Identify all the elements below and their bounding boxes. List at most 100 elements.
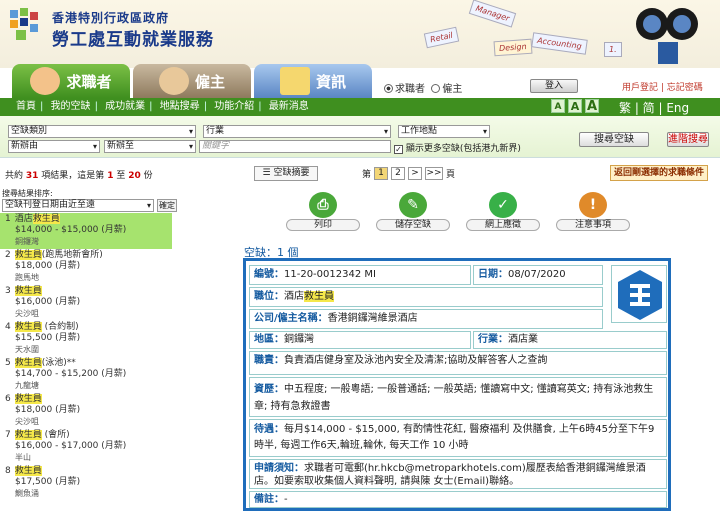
print-icon: ⎙: [309, 192, 337, 218]
list-item-title-suffix: (會所): [41, 430, 70, 440]
check-icon: ✓: [489, 192, 517, 218]
next-page-button[interactable]: >: [408, 167, 423, 180]
list-item[interactable]: 2 救生員(跑馬地新會所) $18,000 (月薪) 跑馬地: [0, 249, 172, 285]
list-item-title-suffix: (跑馬地新會所): [41, 250, 103, 260]
user-links[interactable]: 用戶登記 | 忘記密碼: [622, 80, 703, 93]
nav-news[interactable]: 最新消息: [269, 101, 309, 112]
detail-qualification-row: 資歷：中五程度; 一般粵語; 一般普通話; 一般英語; 懂讀寫中文; 懂讀寫英文…: [249, 377, 667, 417]
list-item-number: 4: [5, 322, 11, 332]
nav-success[interactable]: 成功就業: [105, 101, 145, 112]
tab-information[interactable]: 資訊: [254, 64, 372, 98]
detail-industry-label: 行業：: [478, 334, 508, 345]
list-item-salary: $18,000 (月薪): [15, 261, 81, 271]
nav-my-vacancies[interactable]: 我的空缺: [51, 101, 91, 112]
detail-duty-row: 職責：負責酒店健身室及泳池內安全及清潔;協助及解答客人之查詢: [249, 351, 667, 375]
action-bar: ⎙ 列印 ✎ 儲存空缺 ✓ 網上應徵 ! 注意事項: [280, 192, 640, 231]
nav-home[interactable]: 首頁: [16, 101, 36, 112]
list-item-title: 2 救生員(跑馬地新會所): [5, 250, 172, 261]
detail-remark-label: 備註：: [254, 494, 284, 505]
list-item-title-highlight: 救生員: [14, 466, 42, 476]
nav-bar: 首頁 | 我的空缺 | 成功就業 | 地點搜尋 | 功能介紹 | 最新消息: [0, 98, 720, 116]
nav-location-search[interactable]: 地點搜尋: [160, 101, 200, 112]
login-button[interactable]: 登入: [530, 79, 578, 93]
font-medium-button[interactable]: A: [568, 99, 582, 113]
folder-icon: [279, 67, 310, 95]
people-icon: [30, 67, 61, 95]
detail-duty: 負責酒店健身室及泳池內安全及清潔;協助及解答客人之查詢: [284, 355, 548, 366]
save-vacancy-button[interactable]: ✎ 儲存空缺: [376, 192, 450, 231]
list-item[interactable]: 6 救生員 $18,000 (月薪) 尖沙咀: [0, 393, 172, 429]
list-item-title: 6 救生員: [5, 394, 172, 405]
industry-select[interactable]: 行業: [203, 125, 391, 138]
tab-job-seeker[interactable]: 求職者: [12, 64, 130, 98]
list-item-title: 5 救生員(泳池)**: [5, 358, 172, 369]
page-1-button[interactable]: 1: [374, 167, 389, 180]
detail-remark: -: [284, 494, 288, 505]
advanced-search-button[interactable]: 進階搜尋: [667, 132, 709, 147]
language-switch[interactable]: 繁 | 简 | Eng: [619, 99, 689, 117]
list-item[interactable]: 5 救生員(泳池)** $14,700 - $15,200 (月薪) 九龍塘: [0, 357, 172, 393]
labour-department-logo-icon: [10, 8, 38, 40]
vacancy-list: 1 酒店救生員 $14,000 - $15,000 (月薪) 銅鑼灣 2 救生員(跑馬地新…: [0, 213, 172, 501]
notes-label: 注意事項: [556, 219, 630, 231]
pager: 第 1 2 > >> 頁: [362, 167, 455, 180]
list-item-location: 天水圍: [15, 345, 39, 354]
search-vacancy-button[interactable]: 搜尋空缺: [579, 132, 649, 147]
page-2-button[interactable]: 2: [391, 167, 406, 180]
location-select[interactable]: 工作地點: [398, 125, 490, 138]
list-item-title: 7 救生員 (會所): [5, 430, 172, 441]
print-button[interactable]: ⎙ 列印: [286, 192, 360, 231]
sort-order-select[interactable]: 空缺刊登日期由近至遠: [2, 199, 154, 212]
radio-seeker[interactable]: [384, 84, 393, 93]
list-item-salary: $14,000 - $15,000 (月薪): [15, 225, 127, 235]
sort-to-select[interactable]: 新辦至: [104, 140, 196, 153]
role-radio-group: 求職者 僱主: [384, 80, 462, 95]
tab-label: 資訊: [315, 72, 346, 91]
list-item[interactable]: 1 酒店救生員 $14,000 - $15,000 (月薪) 銅鑼灣: [0, 213, 172, 249]
list-item-salary: $16,000 - $17,000 (月薪): [15, 441, 127, 451]
list-item-number: 1: [5, 214, 11, 224]
detail-apply: 求職者可電郵(hr.hkcb@metroparkhotels.com)履歷表給香…: [254, 463, 646, 487]
sort-from-select[interactable]: 新辦由: [8, 140, 100, 153]
more-vacancies-label: 顯示更多空缺(包括港九新界): [405, 144, 521, 154]
font-large-button[interactable]: A: [585, 99, 599, 114]
list-item-title-highlight: 救生員: [14, 358, 42, 368]
font-size-controls: A A A: [551, 99, 599, 114]
detail-area-label: 地區：: [254, 334, 284, 345]
list-item-location: 尖沙咀: [15, 417, 39, 426]
list-item-title-highlight: 救生員: [14, 286, 42, 296]
detail-date-row: 日期：08/07/2020: [473, 265, 603, 285]
list-item[interactable]: 3 救生員 $16,000 (月薪) 尖沙咀: [0, 285, 172, 321]
detail-terms-row: 待遇：每月$14,000 - $15,000, 有酌情性花紅, 醫療福利 及供膳…: [249, 419, 667, 457]
radio-employer[interactable]: [431, 84, 441, 93]
vacancy-type-select[interactable]: 空缺類別: [8, 125, 196, 138]
last-page-button[interactable]: >>: [425, 167, 444, 180]
detail-area: 銅鑼灣: [284, 334, 314, 345]
font-small-button[interactable]: A: [551, 99, 565, 113]
list-item-location: 半山: [15, 453, 31, 462]
detail-qualification-label: 資歷：: [254, 384, 284, 395]
employer-emblem-icon: [611, 265, 667, 323]
more-vacancies-checkbox[interactable]: ✓: [394, 145, 403, 154]
nav-features[interactable]: 功能介紹: [214, 101, 254, 112]
notes-button[interactable]: ! 注意事項: [556, 192, 630, 231]
list-icon: ☰: [262, 168, 271, 178]
detail-position-highlight: 救生員: [304, 291, 334, 302]
list-item-title: 4 救生員 (合約制): [5, 322, 172, 333]
list-item-salary: $15,500 (月薪): [15, 333, 81, 343]
apply-online-button[interactable]: ✓ 網上應徵: [466, 192, 540, 231]
list-item-salary: $18,000 (月薪): [15, 405, 81, 415]
list-item[interactable]: 4 救生員 (合約制) $15,500 (月薪) 天水圍: [0, 321, 172, 357]
back-to-criteria-button[interactable]: 返回剛選擇的求職條件: [610, 165, 708, 181]
vacancy-summary-button[interactable]: ☰ 空缺摘要: [254, 166, 318, 181]
list-item[interactable]: 8 救生員 $17,500 (月薪) 鰂魚涌: [0, 465, 172, 501]
sort-confirm-button[interactable]: 確定: [157, 199, 177, 212]
more-vacancies-option: ✓ 顯示更多空缺(包括港九新界): [394, 141, 521, 154]
decor-note: Manager: [468, 0, 517, 28]
list-item-location: 跑馬地: [15, 273, 39, 282]
org-name-line2: 勞工處互動就業服務: [52, 30, 214, 50]
tab-employer[interactable]: 僱主: [133, 64, 251, 98]
keyword-input[interactable]: 關鍵字: [199, 140, 391, 153]
list-item[interactable]: 7 救生員 (會所) $16,000 - $17,000 (月薪) 半山: [0, 429, 172, 465]
result-prefix: 共約: [5, 171, 24, 181]
